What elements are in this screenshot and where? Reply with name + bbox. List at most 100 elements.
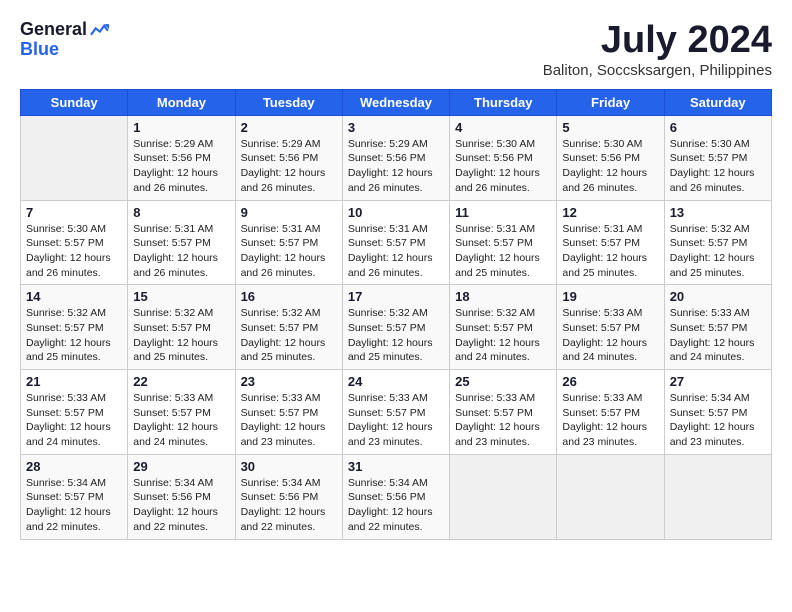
day-number: 6 xyxy=(670,120,766,135)
day-number: 4 xyxy=(455,120,551,135)
weekday-header-monday: Monday xyxy=(128,89,235,115)
weekday-header-saturday: Saturday xyxy=(664,89,771,115)
calendar-cell xyxy=(557,454,664,539)
day-info: Sunrise: 5:32 AM Sunset: 5:57 PM Dayligh… xyxy=(133,307,218,363)
day-number: 29 xyxy=(133,459,229,474)
calendar-cell: 1 Sunrise: 5:29 AM Sunset: 5:56 PM Daylig… xyxy=(128,115,235,200)
calendar-week-4: 21 Sunrise: 5:33 AM Sunset: 5:57 PM Dayli… xyxy=(21,370,772,455)
day-number: 16 xyxy=(241,289,337,304)
day-info: Sunrise: 5:30 AM Sunset: 5:57 PM Dayligh… xyxy=(670,138,755,194)
day-info: Sunrise: 5:31 AM Sunset: 5:57 PM Dayligh… xyxy=(133,223,218,279)
calendar-cell: 6 Sunrise: 5:30 AM Sunset: 5:57 PM Daylig… xyxy=(664,115,771,200)
day-number: 12 xyxy=(562,205,658,220)
day-info: Sunrise: 5:32 AM Sunset: 5:57 PM Dayligh… xyxy=(670,223,755,279)
calendar-cell: 17Sunrise: 5:32 AM Sunset: 5:57 PM Dayli… xyxy=(342,285,449,370)
calendar-table: SundayMondayTuesdayWednesdayThursdayFrid… xyxy=(20,89,772,540)
calendar-cell xyxy=(664,454,771,539)
calendar-cell: 16Sunrise: 5:32 AM Sunset: 5:57 PM Dayli… xyxy=(235,285,342,370)
calendar-cell: 27 Sunrise: 5:34 AM Sunset: 5:57 PM Dayli… xyxy=(664,370,771,455)
day-number: 7 xyxy=(26,205,122,220)
day-info: Sunrise: 5:29 AM Sunset: 5:56 PM Dayligh… xyxy=(348,138,433,194)
calendar-cell: 14 Sunrise: 5:32 AM Sunset: 5:57 PM Dayli… xyxy=(21,285,128,370)
calendar-week-2: 7 Sunrise: 5:30 AM Sunset: 5:57 PM Daylig… xyxy=(21,200,772,285)
day-number: 21 xyxy=(26,374,122,389)
calendar-cell: 26 Sunrise: 5:33 AM Sunset: 5:57 PM Dayli… xyxy=(557,370,664,455)
day-info: Sunrise: 5:32 AM Sunset: 5:57 PM Dayligh… xyxy=(348,307,433,363)
calendar-cell: 12 Sunrise: 5:31 AM Sunset: 5:57 PM Dayli… xyxy=(557,200,664,285)
calendar-cell: 20Sunrise: 5:33 AM Sunset: 5:57 PM Dayli… xyxy=(664,285,771,370)
weekday-header-tuesday: Tuesday xyxy=(235,89,342,115)
calendar-cell: 30 Sunrise: 5:34 AM Sunset: 5:56 PM Dayli… xyxy=(235,454,342,539)
calendar-cell: 9 Sunrise: 5:31 AM Sunset: 5:57 PM Daylig… xyxy=(235,200,342,285)
day-number: 18 xyxy=(455,289,551,304)
day-number: 8 xyxy=(133,205,229,220)
calendar-cell: 4Sunrise: 5:30 AM Sunset: 5:56 PM Daylig… xyxy=(450,115,557,200)
calendar-cell: 31Sunrise: 5:34 AM Sunset: 5:56 PM Dayli… xyxy=(342,454,449,539)
day-info: Sunrise: 5:32 AM Sunset: 5:57 PM Dayligh… xyxy=(26,307,111,363)
calendar-cell: 29 Sunrise: 5:34 AM Sunset: 5:56 PM Dayli… xyxy=(128,454,235,539)
weekday-header-sunday: Sunday xyxy=(21,89,128,115)
calendar-cell xyxy=(21,115,128,200)
day-info: Sunrise: 5:29 AM Sunset: 5:56 PM Dayligh… xyxy=(241,138,326,194)
logo-icon xyxy=(89,20,109,40)
day-info: Sunrise: 5:34 AM Sunset: 5:57 PM Dayligh… xyxy=(26,477,111,533)
day-info: Sunrise: 5:33 AM Sunset: 5:57 PM Dayligh… xyxy=(562,392,647,448)
title-block: July 2024 Baliton, Soccsksargen, Philipp… xyxy=(543,20,772,79)
page-header: General Blue July 2024 Baliton, Soccsksa… xyxy=(20,20,772,79)
calendar-week-1: 1 Sunrise: 5:29 AM Sunset: 5:56 PM Daylig… xyxy=(21,115,772,200)
month-year-title: July 2024 xyxy=(543,20,772,62)
day-number: 24 xyxy=(348,374,444,389)
calendar-cell: 7 Sunrise: 5:30 AM Sunset: 5:57 PM Daylig… xyxy=(21,200,128,285)
weekday-header-thursday: Thursday xyxy=(450,89,557,115)
day-info: Sunrise: 5:34 AM Sunset: 5:57 PM Dayligh… xyxy=(670,392,755,448)
day-info: Sunrise: 5:33 AM Sunset: 5:57 PM Dayligh… xyxy=(26,392,111,448)
day-number: 11 xyxy=(455,205,551,220)
day-info: Sunrise: 5:33 AM Sunset: 5:57 PM Dayligh… xyxy=(241,392,326,448)
day-number: 1 xyxy=(133,120,229,135)
day-info: Sunrise: 5:33 AM Sunset: 5:57 PM Dayligh… xyxy=(455,392,540,448)
calendar-week-3: 14 Sunrise: 5:32 AM Sunset: 5:57 PM Dayli… xyxy=(21,285,772,370)
day-number: 28 xyxy=(26,459,122,474)
day-number: 25 xyxy=(455,374,551,389)
calendar-cell: 3Sunrise: 5:29 AM Sunset: 5:56 PM Daylig… xyxy=(342,115,449,200)
calendar-cell: 2Sunrise: 5:29 AM Sunset: 5:56 PM Daylig… xyxy=(235,115,342,200)
calendar-cell: 13Sunrise: 5:32 AM Sunset: 5:57 PM Dayli… xyxy=(664,200,771,285)
logo: General Blue xyxy=(20,20,109,60)
day-number: 26 xyxy=(562,374,658,389)
day-info: Sunrise: 5:33 AM Sunset: 5:57 PM Dayligh… xyxy=(562,307,647,363)
calendar-cell: 19 Sunrise: 5:33 AM Sunset: 5:57 PM Dayli… xyxy=(557,285,664,370)
calendar-cell: 28 Sunrise: 5:34 AM Sunset: 5:57 PM Dayli… xyxy=(21,454,128,539)
calendar-cell: 22 Sunrise: 5:33 AM Sunset: 5:57 PM Dayli… xyxy=(128,370,235,455)
day-info: Sunrise: 5:29 AM Sunset: 5:56 PM Dayligh… xyxy=(133,138,218,194)
calendar-cell: 24Sunrise: 5:33 AM Sunset: 5:57 PM Dayli… xyxy=(342,370,449,455)
day-number: 19 xyxy=(562,289,658,304)
day-number: 23 xyxy=(241,374,337,389)
calendar-cell: 23 Sunrise: 5:33 AM Sunset: 5:57 PM Dayli… xyxy=(235,370,342,455)
day-info: Sunrise: 5:31 AM Sunset: 5:57 PM Dayligh… xyxy=(562,223,647,279)
calendar-cell: 5Sunrise: 5:30 AM Sunset: 5:56 PM Daylig… xyxy=(557,115,664,200)
day-info: Sunrise: 5:34 AM Sunset: 5:56 PM Dayligh… xyxy=(241,477,326,533)
weekday-header-row: SundayMondayTuesdayWednesdayThursdayFrid… xyxy=(21,89,772,115)
day-info: Sunrise: 5:30 AM Sunset: 5:57 PM Dayligh… xyxy=(26,223,111,279)
calendar-cell xyxy=(450,454,557,539)
day-info: Sunrise: 5:30 AM Sunset: 5:56 PM Dayligh… xyxy=(562,138,647,194)
logo-blue-text: Blue xyxy=(20,40,109,60)
location-subtitle: Baliton, Soccsksargen, Philippines xyxy=(543,62,772,79)
day-number: 22 xyxy=(133,374,229,389)
day-info: Sunrise: 5:31 AM Sunset: 5:57 PM Dayligh… xyxy=(348,223,433,279)
day-number: 27 xyxy=(670,374,766,389)
day-info: Sunrise: 5:34 AM Sunset: 5:56 PM Dayligh… xyxy=(348,477,433,533)
day-info: Sunrise: 5:34 AM Sunset: 5:56 PM Dayligh… xyxy=(133,477,218,533)
day-info: Sunrise: 5:31 AM Sunset: 5:57 PM Dayligh… xyxy=(241,223,326,279)
calendar-cell: 18Sunrise: 5:32 AM Sunset: 5:57 PM Dayli… xyxy=(450,285,557,370)
day-number: 30 xyxy=(241,459,337,474)
day-number: 20 xyxy=(670,289,766,304)
day-number: 9 xyxy=(241,205,337,220)
calendar-cell: 21 Sunrise: 5:33 AM Sunset: 5:57 PM Dayli… xyxy=(21,370,128,455)
day-info: Sunrise: 5:33 AM Sunset: 5:57 PM Dayligh… xyxy=(133,392,218,448)
logo-general-text: General xyxy=(20,20,87,40)
day-number: 14 xyxy=(26,289,122,304)
calendar-cell: 8 Sunrise: 5:31 AM Sunset: 5:57 PM Daylig… xyxy=(128,200,235,285)
calendar-cell: 25 Sunrise: 5:33 AM Sunset: 5:57 PM Dayli… xyxy=(450,370,557,455)
calendar-week-5: 28 Sunrise: 5:34 AM Sunset: 5:57 PM Dayli… xyxy=(21,454,772,539)
